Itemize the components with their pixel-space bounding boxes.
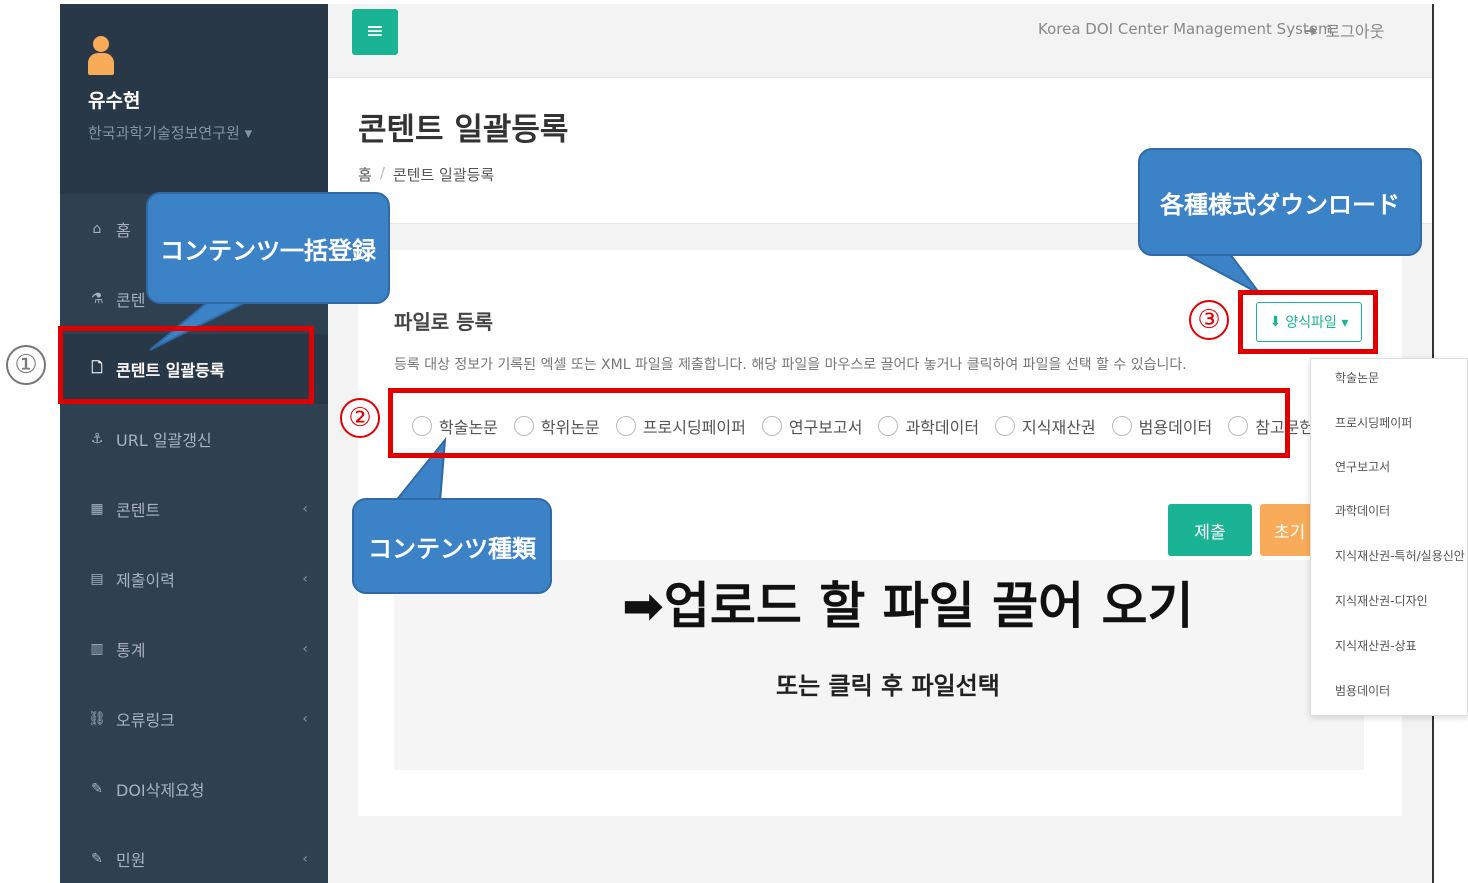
sidebar: 유수현 한국과학기술정보연구원 ▾ ⌂ 홈 ⚗ 콘텐 🗋 콘텐트 일괄등록 ⚓ …	[60, 4, 328, 883]
template-dropdown-menu: 학술논문 프로시딩페이퍼 연구보고서 과학데이터 지식재산권-특허/실용신안 지…	[1310, 358, 1468, 716]
breadcrumb: 홈 / 콘텐트 일괄등록	[358, 164, 494, 185]
sidebar-item-label: URL 일괄갱신	[116, 431, 212, 450]
top-bar: ≡ Korea DOI Center Management System ➜ 로…	[328, 4, 1432, 78]
logout-link[interactable]: ➜ 로그아웃	[1304, 18, 1384, 42]
template-menu-item[interactable]: 지식재산권-특허/실용신안	[1335, 547, 1465, 564]
sidebar-item-label: DOI삭제요청	[116, 781, 205, 800]
section-title: 파일로 등록	[394, 310, 493, 334]
edit-icon: ✎	[91, 851, 103, 867]
grid-icon: ▦	[90, 501, 104, 517]
dropzone-title: ➡업로드 할 파일 끌어 오기	[622, 577, 1194, 635]
sign-out-icon: ➜	[1304, 20, 1318, 40]
sidebar-item-label: 콘텐	[116, 291, 146, 310]
sidebar-item-error-links[interactable]: ⛓ 오류링크 ‹	[88, 704, 318, 734]
sidebar-item-label: 민원	[116, 851, 146, 870]
sidebar-item-url-update[interactable]: ⚓ URL 일괄갱신	[88, 424, 318, 454]
sidebar-item-label: 통계	[116, 641, 146, 660]
home-icon: ⌂	[92, 221, 102, 237]
dropzone-subtitle: 또는 클릭 후 파일선택	[776, 672, 1000, 700]
chevron-left-icon: ‹	[302, 571, 308, 587]
logout-label: 로그아웃	[1325, 22, 1385, 41]
highlight-box-content-types	[388, 388, 1290, 458]
chevron-left-icon: ‹	[302, 641, 308, 657]
sidebar-item-label: 제출이력	[116, 571, 175, 590]
template-menu-item[interactable]: 범용데이터	[1335, 682, 1390, 699]
callout-bulk-register: コンテンツ一括登録	[146, 192, 390, 304]
annotation-number-1: ①	[6, 345, 46, 385]
chevron-left-icon: ‹	[302, 711, 308, 727]
highlight-box-template-button	[1238, 290, 1378, 354]
page-title: 콘텐트 일괄등록	[358, 112, 569, 148]
annotation-number-2: ②	[340, 398, 380, 438]
annotation-number-3: ③	[1189, 300, 1229, 340]
sidebar-item-complaints[interactable]: ✎ 민원 ‹	[88, 844, 318, 874]
breadcrumb-current: 콘텐트 일괄등록	[392, 166, 495, 184]
chevron-left-icon: ‹	[302, 851, 308, 867]
link-icon: ⛓	[88, 711, 106, 727]
breadcrumb-separator: /	[379, 164, 385, 182]
callout-template-download: 各種様式ダウンロード	[1138, 148, 1422, 256]
user-org-dropdown[interactable]: 한국과학기술정보연구원 ▾	[88, 122, 252, 143]
anchor-icon: ⚓	[90, 431, 104, 447]
template-menu-item[interactable]: 지식재산권-상표	[1335, 637, 1417, 654]
menu-toggle-button[interactable]: ≡	[352, 9, 398, 55]
user-name: 유수현	[88, 90, 141, 112]
sidebar-item-doi-delete[interactable]: ✎ DOI삭제요청	[88, 774, 318, 804]
breadcrumb-home[interactable]: 홈	[358, 164, 372, 185]
chart-icon: ▥	[90, 641, 104, 657]
system-title: Korea DOI Center Management System	[1038, 20, 1333, 38]
sidebar-item-label: 홈	[116, 221, 131, 240]
template-menu-item[interactable]: 과학데이터	[1335, 502, 1390, 519]
edit-icon: ✎	[91, 781, 103, 797]
sidebar-item-history[interactable]: ▤ 제출이력 ‹	[88, 564, 318, 594]
list-icon: ▤	[90, 571, 104, 587]
profile-panel: 유수현 한국과학기술정보연구원 ▾	[60, 4, 328, 194]
flask-icon: ⚗	[90, 291, 104, 307]
sidebar-item-stats[interactable]: ▥ 통계 ‹	[88, 634, 318, 664]
callout-content-types: コンテンツ種類	[352, 498, 552, 594]
sidebar-item-label: 오류링크	[116, 711, 175, 730]
chevron-left-icon: ‹	[302, 501, 308, 517]
user-icon	[88, 36, 114, 76]
sidebar-item-content[interactable]: ▦ 콘텐트 ‹	[88, 494, 318, 524]
template-menu-item[interactable]: 지식재산권-디자인	[1335, 592, 1428, 609]
template-menu-item[interactable]: 프로시딩페이퍼	[1335, 414, 1412, 431]
template-menu-item[interactable]: 연구보고서	[1335, 458, 1390, 475]
sidebar-item-label: 콘텐트	[116, 501, 161, 520]
section-description: 등록 대상 정보가 기록된 엑셀 또는 XML 파일을 제출합니다. 해당 파일…	[394, 357, 1187, 373]
template-menu-item[interactable]: 학술논문	[1335, 369, 1379, 386]
submit-button[interactable]: 제출	[1168, 504, 1252, 556]
highlight-box-bulk-register	[58, 326, 314, 404]
